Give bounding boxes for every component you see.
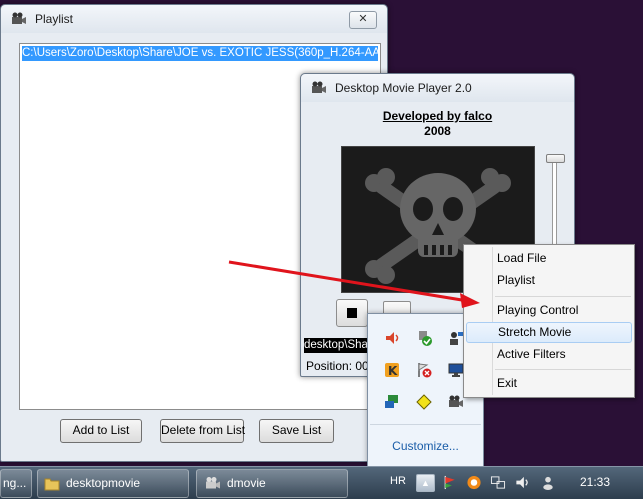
network-icon[interactable]	[490, 475, 506, 490]
clock[interactable]: 21:33	[580, 475, 610, 489]
show-hidden-icons-button[interactable]: ▲	[416, 474, 435, 492]
annotation-arrow	[228, 260, 480, 308]
flag-icon[interactable]	[442, 475, 458, 490]
taskbar-label: desktopmovie	[66, 476, 141, 490]
user-icon[interactable]	[540, 475, 556, 490]
taskbar-button-dmovie[interactable]: dmovie	[196, 469, 348, 498]
taskbar-label: dmovie	[227, 476, 266, 490]
folder-icon	[44, 478, 60, 491]
taskbar-button-partial[interactable]: ng...	[0, 469, 32, 498]
taskbar-button-desktopmovie[interactable]: desktopmovie	[37, 469, 189, 498]
volume-icon[interactable]	[514, 475, 530, 490]
taskbar: ng... desktopmovie dmovie HR ▲ 21:33	[0, 466, 643, 499]
language-indicator[interactable]: HR	[390, 475, 406, 487]
avast-icon[interactable]	[466, 475, 482, 490]
movie-player-icon	[206, 477, 220, 489]
